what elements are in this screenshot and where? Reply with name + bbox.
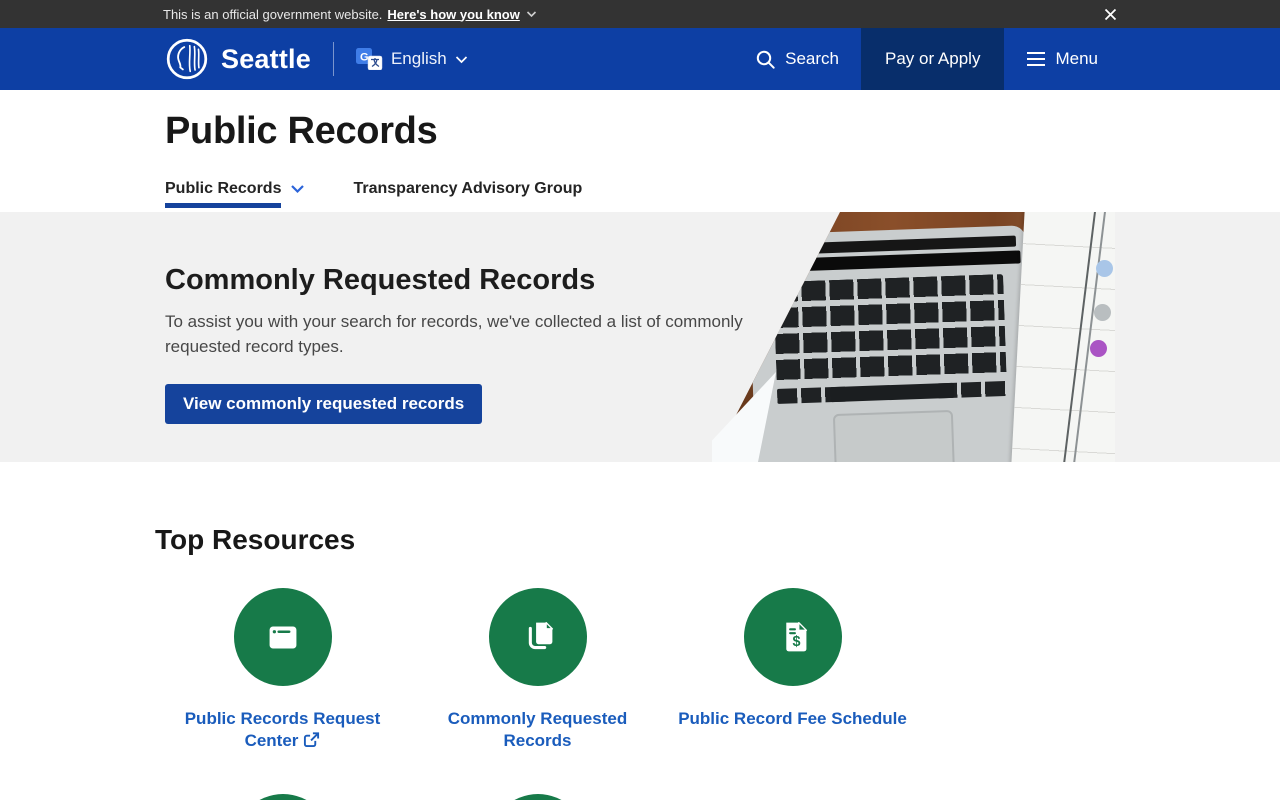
resource-label: Commonly Requested Records (447, 709, 628, 751)
top-resources-heading: Top Resources (155, 524, 356, 555)
resource-icon-circle (233, 588, 332, 686)
resource-icon-circle (488, 588, 587, 686)
search-button[interactable]: Search (733, 28, 861, 90)
chevron-down-icon (526, 10, 537, 18)
svg-text:G: G (360, 52, 369, 64)
banner-close-button[interactable] (1104, 8, 1117, 21)
laptop-photo (712, 212, 1115, 462)
resource-icon-circle (488, 794, 587, 800)
keyboard (773, 274, 1007, 386)
resources-grid: Public Records Request Center Commonly R… (155, 588, 1280, 800)
tab-bar: Public Records Transparency Advisory Gro… (0, 180, 1280, 212)
top-resources-section: Top Resources Public Records Request Cen… (0, 462, 1280, 800)
site-header: Seattle G English Search Pay or Apply Me… (0, 28, 1280, 90)
tab-transparency-advisory-group[interactable]: Transparency Advisory Group (353, 180, 582, 212)
resource-icon-circle (233, 794, 332, 800)
header-divider (332, 42, 334, 76)
pay-or-apply-button[interactable]: Pay or Apply (861, 28, 1005, 90)
resource-item-partial[interactable] (410, 794, 665, 800)
menu-button[interactable]: Menu (1004, 28, 1120, 90)
hero-body: To assist you with your search for recor… (165, 312, 743, 356)
hero-heading: Commonly Requested Records (165, 264, 596, 296)
translate-icon: G (355, 48, 383, 70)
tab-label: Transparency Advisory Group (353, 180, 583, 197)
close-icon (1104, 8, 1117, 20)
pay-or-apply-label: Pay or Apply (885, 49, 981, 68)
browser-window-icon (269, 626, 296, 649)
search-label: Search (785, 49, 840, 68)
resource-label: Public Record Fee Schedule (678, 709, 907, 728)
chevron-down-icon (455, 55, 467, 63)
page-title: Public Records (165, 110, 438, 152)
resource-item-commonly-requested-records[interactable]: Commonly Requested Records (410, 588, 665, 754)
papers (1011, 212, 1115, 462)
tab-public-records[interactable]: Public Records (165, 180, 305, 212)
resource-item-public-record-fee-schedule[interactable]: $ Public Record Fee Schedule (665, 588, 920, 754)
brand-name[interactable]: Seattle (221, 44, 311, 75)
fee-invoice-icon: $ (785, 621, 807, 652)
tab-label: Public Records (165, 180, 282, 208)
laptop-image (747, 225, 1035, 462)
view-records-button[interactable]: View commonly requested records (165, 384, 483, 425)
resource-label: Public Records Request Center (183, 708, 383, 754)
seattle-logo[interactable] (165, 37, 209, 81)
menu-icon (1027, 52, 1046, 66)
copy-documents-icon (528, 621, 553, 650)
official-banner: This is an official government website. … (0, 0, 1280, 28)
banner-link[interactable]: Here's how you know (387, 7, 519, 22)
resource-item-public-records-request-center[interactable]: Public Records Request Center (155, 588, 410, 754)
resource-icon-circle: $ (743, 588, 842, 686)
language-label: English (390, 49, 447, 68)
hero-section: Commonly Requested Records To assist you… (0, 212, 1280, 462)
menu-label: Menu (1055, 49, 1098, 68)
banner-text: This is an official government website. (163, 6, 383, 22)
resource-item-partial[interactable] (155, 794, 410, 800)
search-icon (756, 50, 775, 69)
svg-text:$: $ (792, 634, 800, 650)
trackpad (832, 409, 956, 462)
language-selector[interactable]: G English (355, 28, 468, 90)
external-link-icon (303, 731, 320, 754)
chevron-down-icon (291, 185, 305, 194)
